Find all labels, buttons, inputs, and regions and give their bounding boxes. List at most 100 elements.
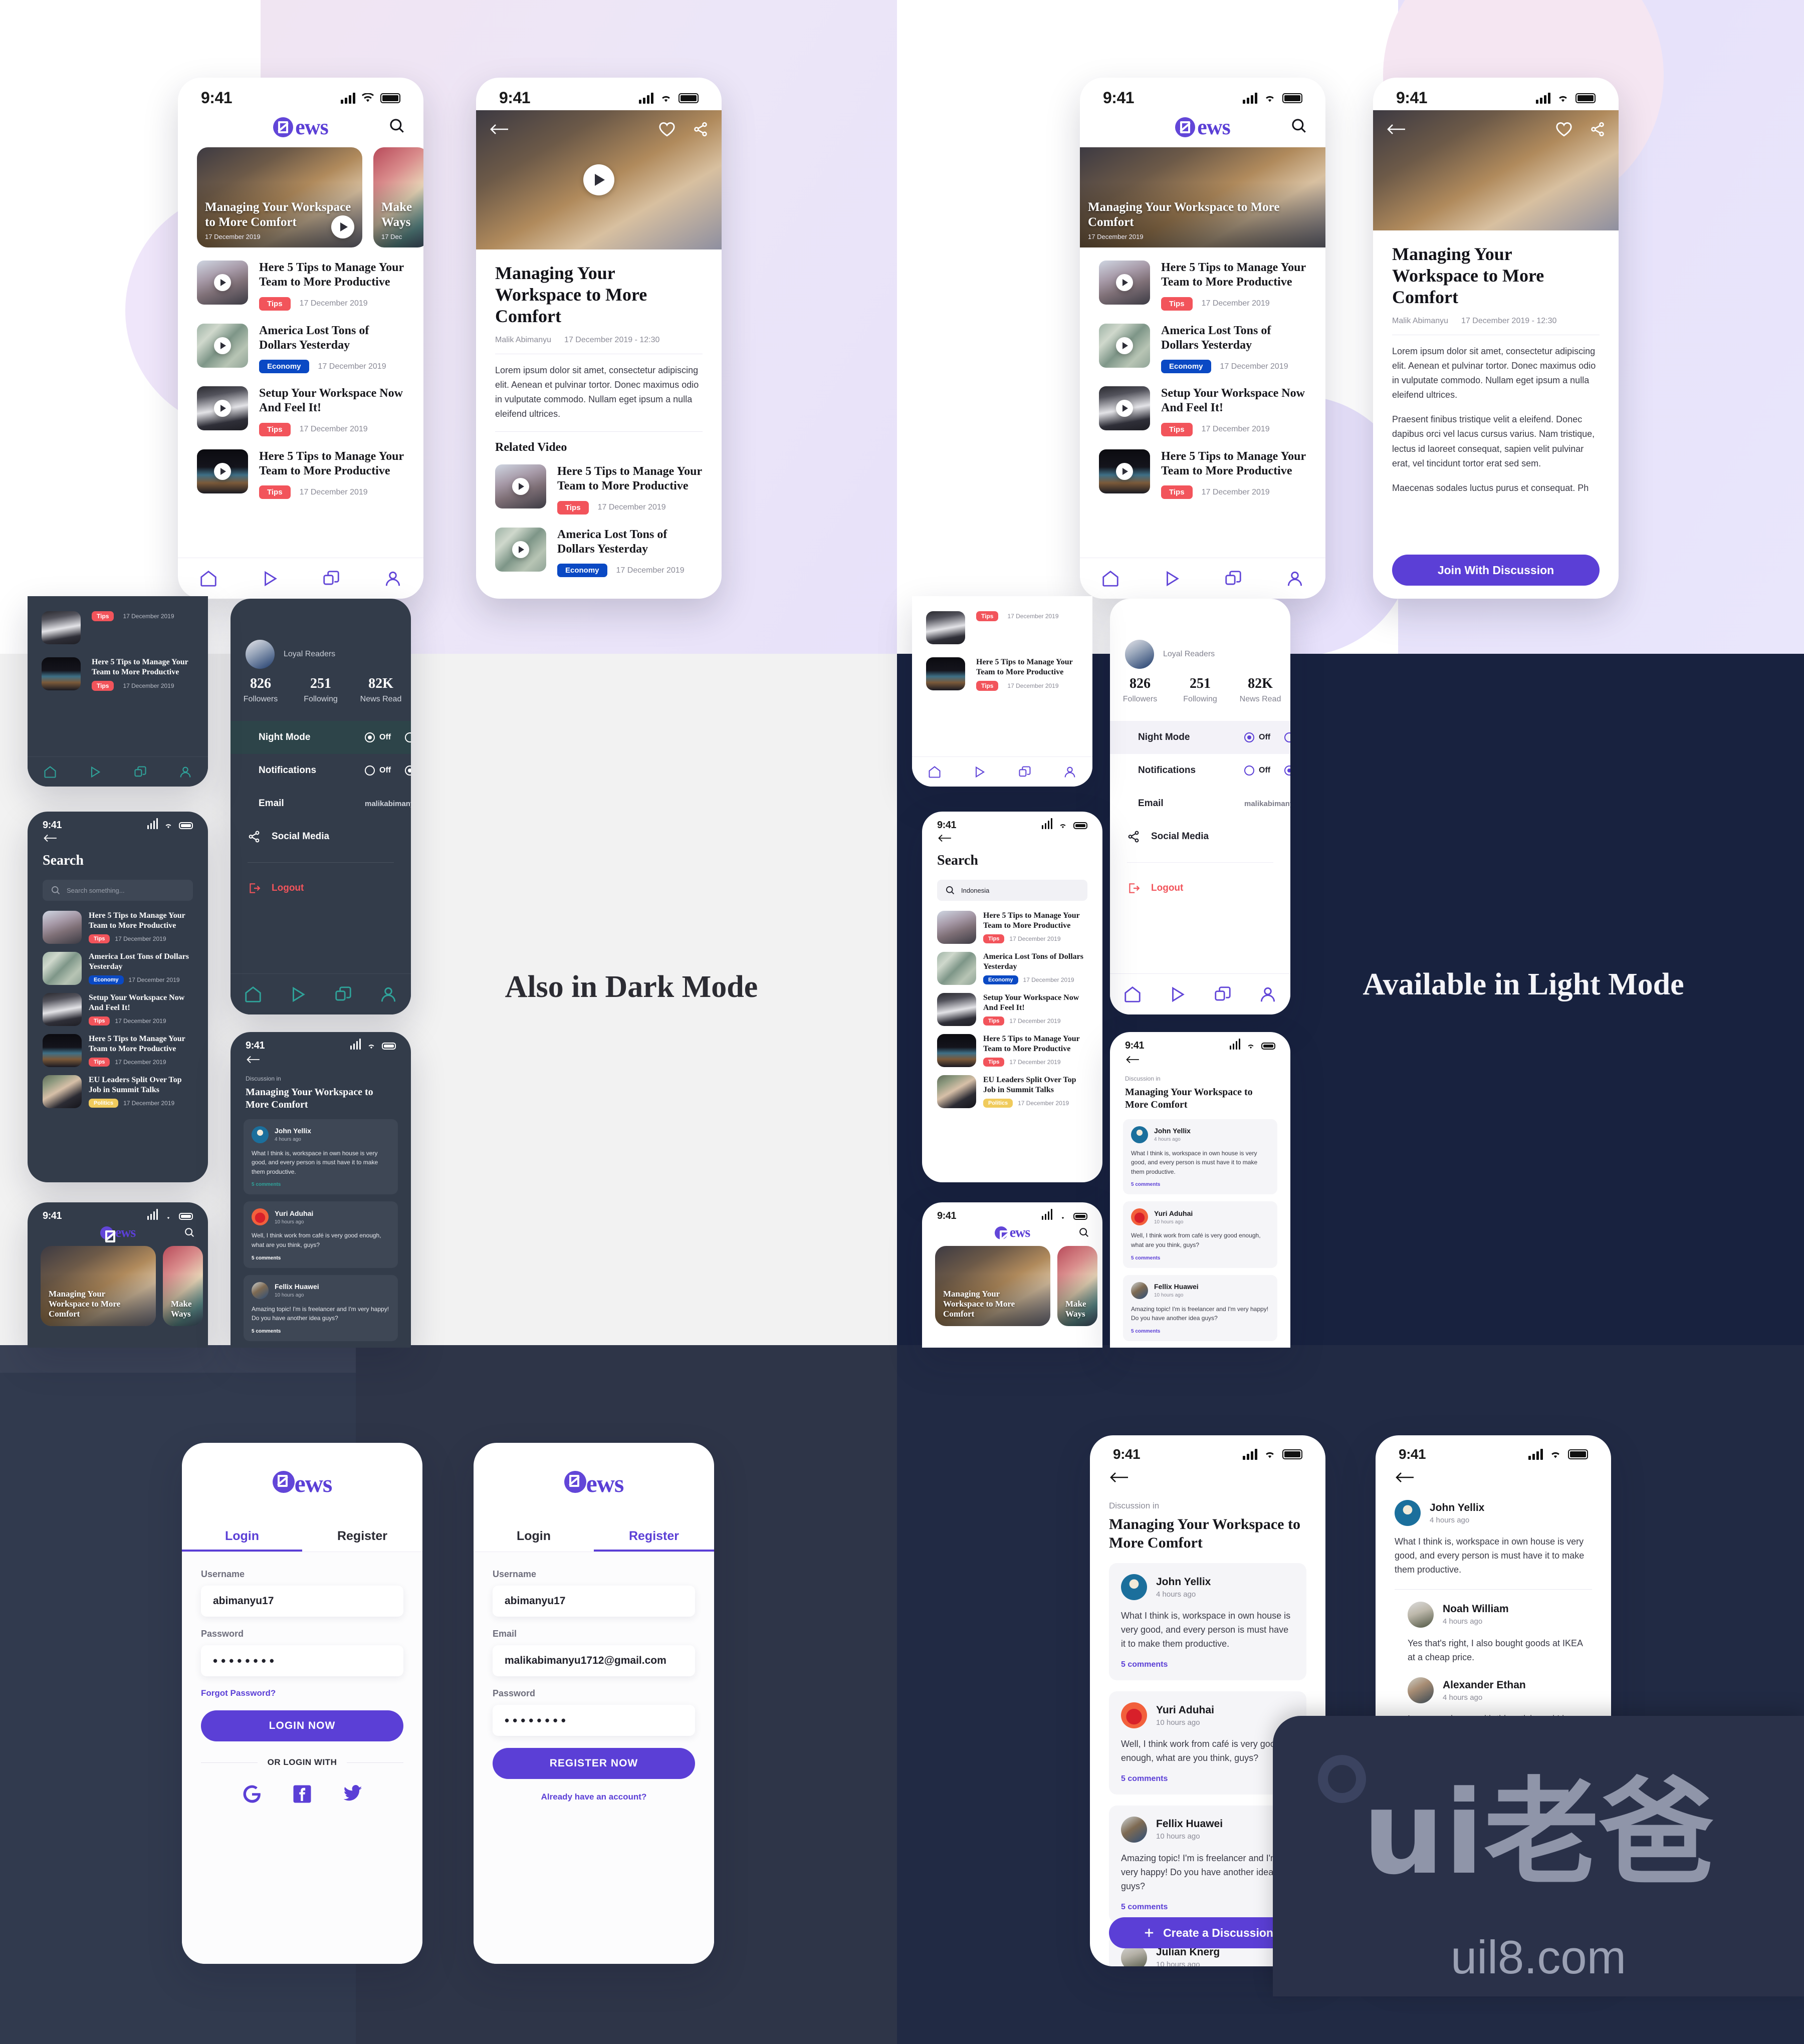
heart-icon[interactable] <box>658 121 675 137</box>
person-icon[interactable] <box>1063 765 1077 779</box>
home-icon[interactable] <box>928 765 942 779</box>
login-button[interactable]: LOGIN NOW <box>201 1710 403 1741</box>
search-icon[interactable] <box>1078 1227 1089 1240</box>
back-arrow-icon[interactable] <box>1395 1470 1415 1484</box>
search-icon[interactable] <box>184 1227 195 1240</box>
list-item[interactable]: Yuri Aduhai 10 hours ago Well, I think wo… <box>1123 1201 1277 1268</box>
list-item[interactable]: Setup Your Workspace Now And Feel It! Ti… <box>197 386 404 436</box>
person-icon[interactable] <box>379 985 398 1004</box>
back-arrow-icon[interactable] <box>937 833 952 843</box>
hero-card[interactable]: Managing Your Workspace to More Comfort … <box>197 147 362 247</box>
setting-night-mode[interactable]: Night Mode Off On <box>1110 721 1290 754</box>
list-item[interactable]: Setup Your Workspace Now And Feel It! Ti… <box>1099 386 1306 436</box>
comment-count[interactable]: 5 comments <box>252 1255 390 1261</box>
username-field[interactable]: abimanyu17 <box>493 1586 695 1617</box>
tab-register[interactable]: Register <box>302 1521 422 1552</box>
list-item[interactable]: John Yellix 4 hours ago What I think is, … <box>1109 1563 1306 1681</box>
play-triangle-icon[interactable] <box>289 985 308 1004</box>
list-item[interactable]: Here 5 Tips to Manage Your Team to More … <box>937 911 1087 944</box>
home-icon[interactable] <box>199 569 218 588</box>
play-icon[interactable] <box>1116 400 1133 417</box>
setting-notifications[interactable]: Notifications Off On <box>1110 754 1290 787</box>
search-input[interactable]: Search something... <box>43 880 193 901</box>
cards-icon[interactable] <box>133 765 147 779</box>
username-field[interactable]: abimanyu17 <box>201 1586 403 1617</box>
list-item[interactable]: John Yellix 4 hours ago What I think is, … <box>244 1119 398 1195</box>
radio-night-off[interactable]: Off <box>1244 732 1270 742</box>
cards-icon[interactable] <box>322 569 341 588</box>
play-triangle-icon[interactable] <box>1168 985 1187 1004</box>
home-icon[interactable] <box>1101 569 1120 588</box>
comment-count[interactable]: 5 comments <box>1121 1660 1294 1669</box>
list-item[interactable]: Here 5 Tips to Manage Your Team to More … <box>197 261 404 311</box>
back-arrow-icon[interactable] <box>1386 122 1406 136</box>
share-icon[interactable] <box>693 121 709 137</box>
back-arrow-icon[interactable] <box>489 122 509 136</box>
person-icon[interactable] <box>178 765 192 779</box>
hero-card[interactable]: Managing Your Workspace to More Comfort <box>41 1246 156 1326</box>
play-triangle-icon[interactable] <box>973 765 987 779</box>
list-item[interactable]: America Lost Tons of Dollars Yesterday E… <box>197 323 404 374</box>
radio-notif-on[interactable]: On <box>405 765 411 776</box>
google-icon[interactable] <box>242 1783 263 1805</box>
radio-night-on[interactable]: On <box>405 732 411 742</box>
password-field[interactable]: •••••••• <box>493 1705 695 1736</box>
hero-carousel[interactable]: Managing Your Workspace to More Comfort … <box>1080 147 1325 247</box>
list-item[interactable]: Here 5 Tips to Manage Your Team to More … <box>42 657 194 691</box>
play-icon[interactable] <box>1116 462 1133 480</box>
tab-login[interactable]: Login <box>474 1521 594 1552</box>
facebook-icon[interactable] <box>292 1783 313 1805</box>
list-item[interactable]: Here 5 Tips to Manage Your Team to More … <box>197 449 404 499</box>
list-item[interactable]: Here 5 Tips to Manage Your Team to More … <box>1099 261 1306 311</box>
tab-login[interactable]: Login <box>182 1521 302 1552</box>
list-item[interactable]: America Lost Tons of Dollars Yesterday E… <box>1099 323 1306 374</box>
back-arrow-icon[interactable] <box>1109 1470 1129 1484</box>
play-icon[interactable] <box>1116 274 1133 291</box>
setting-email[interactable]: Email malikabimanyu1712@gmail.com <box>1110 787 1290 820</box>
list-item[interactable]: Tips 17 December 2019 <box>926 611 1078 644</box>
comment-count[interactable]: 5 comments <box>252 1182 390 1187</box>
setting-notifications[interactable]: Notifications Off On <box>231 754 411 787</box>
already-account-link[interactable]: Already have an account? <box>493 1792 695 1802</box>
setting-night-mode[interactable]: Night Mode Off On <box>231 721 411 754</box>
back-arrow-icon[interactable] <box>246 1055 261 1065</box>
home-icon[interactable] <box>43 765 57 779</box>
play-icon[interactable] <box>512 478 529 495</box>
search-input[interactable]: Indonesia <box>937 880 1087 901</box>
back-arrow-icon[interactable] <box>43 833 58 843</box>
setting-email[interactable]: Email malikabimanyu1712@gmail.com <box>231 787 411 820</box>
search-icon[interactable] <box>388 117 405 137</box>
list-item[interactable]: Here 5 Tips to Manage Your Team to More … <box>43 911 193 944</box>
back-arrow-icon[interactable] <box>1125 1055 1140 1065</box>
home-icon[interactable] <box>1123 985 1142 1004</box>
cards-icon[interactable] <box>1018 765 1032 779</box>
forgot-password-link[interactable]: Forgot Password? <box>201 1688 403 1698</box>
comment-count[interactable]: 5 comments <box>1131 1255 1269 1261</box>
play-icon[interactable] <box>512 541 529 558</box>
list-item[interactable]: Here 5 Tips to Manage Your Team to More … <box>495 464 703 515</box>
cards-icon[interactable] <box>1224 569 1243 588</box>
list-item[interactable]: Yuri Aduhai 10 hours ago Well, I think wo… <box>244 1201 398 1268</box>
list-item[interactable]: Here 5 Tips to Manage Your Team to More … <box>926 657 1078 691</box>
person-icon[interactable] <box>1285 569 1304 588</box>
share-icon[interactable] <box>1590 121 1606 137</box>
radio-notif-on[interactable]: On <box>1284 765 1290 776</box>
list-item[interactable]: Here 5 Tips to Manage Your Team to More … <box>43 1034 193 1067</box>
play-triangle-icon[interactable] <box>261 569 280 588</box>
hero-card[interactable]: Make Ways <box>1057 1246 1097 1326</box>
hero-card[interactable]: Make Ways 17 Dec <box>373 147 423 247</box>
play-icon[interactable] <box>214 462 231 480</box>
comment-count[interactable]: 5 comments <box>252 1329 390 1334</box>
play-icon[interactable] <box>583 164 614 195</box>
play-icon[interactable] <box>331 215 354 238</box>
twitter-icon[interactable] <box>342 1783 363 1805</box>
person-icon[interactable] <box>1258 985 1277 1004</box>
setting-social-media[interactable]: Social Media <box>1110 820 1290 853</box>
hero-card[interactable]: Managing Your Workspace to More Comfort <box>935 1246 1050 1326</box>
logout-button[interactable]: Logout <box>1110 872 1290 905</box>
hero-card[interactable]: Managing Your Workspace to More Comfort … <box>1080 147 1325 247</box>
register-button[interactable]: REGISTER NOW <box>493 1748 695 1779</box>
list-item[interactable]: Tips 17 December 2019 <box>42 611 194 644</box>
play-icon[interactable] <box>1116 337 1133 354</box>
list-item[interactable]: Fellix Huawei 10 hours ago Amazing topic!… <box>244 1274 398 1341</box>
